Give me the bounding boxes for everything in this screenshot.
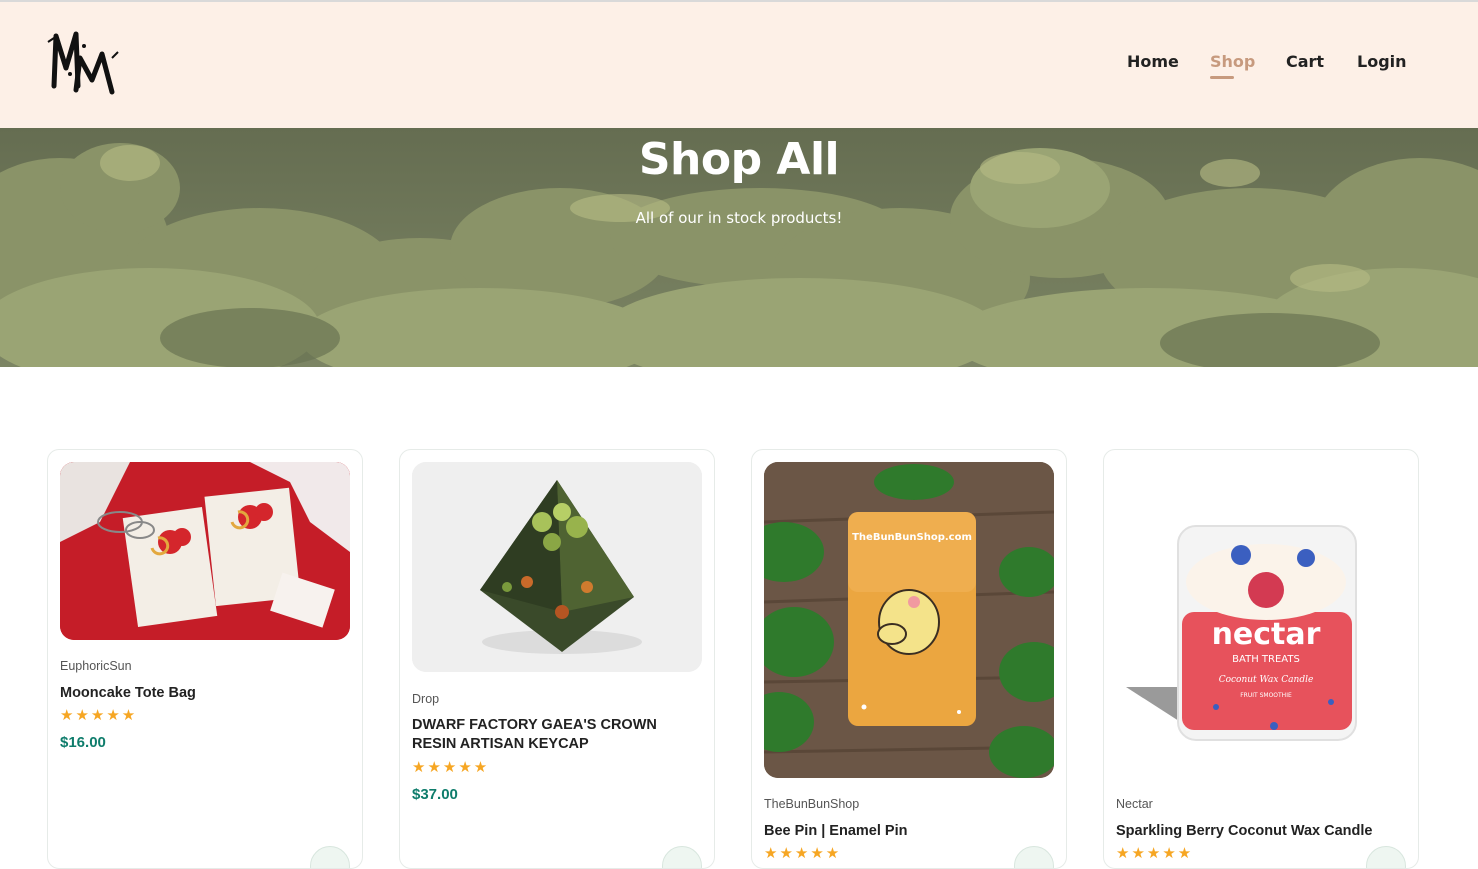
nav-home[interactable]: Home	[1127, 52, 1179, 82]
product-card[interactable]: EuphoricSun Mooncake Tote Bag ★★★★★ $16.…	[47, 449, 363, 869]
product-brand: Nectar	[1116, 797, 1153, 811]
page-title: Shop All	[638, 134, 840, 185]
product-brand: EuphoricSun	[60, 659, 132, 673]
logo-icon[interactable]	[46, 28, 122, 100]
product-image[interactable]: nectar BATH TREATS Coconut Wax Candle FR…	[1116, 462, 1406, 778]
card-logo-text: nectar	[1212, 617, 1321, 652]
product-name[interactable]: DWARF FACTORY GAEA'S CROWN RESIN ARTISAN…	[412, 716, 704, 754]
nav-login[interactable]: Login	[1357, 52, 1407, 82]
card-line2-text: Coconut Wax Candle	[1219, 675, 1314, 685]
product-brand: Drop	[412, 692, 440, 706]
star-rating-icon: ★★★★★	[764, 844, 842, 862]
star-rating-icon: ★★★★★	[412, 758, 490, 776]
hero-banner: Shop All All of our in stock products!	[0, 128, 1478, 367]
add-to-cart-button[interactable]	[662, 846, 702, 868]
nav-cart[interactable]: Cart	[1286, 52, 1324, 82]
card-line3-text: FRUIT SMOOTHIE	[1240, 692, 1292, 699]
product-card[interactable]: TheBunBunShop.com TheBunBunShop Bee Pin …	[751, 449, 1067, 869]
product-card[interactable]: Drop DWARF FACTORY GAEA'S CROWN RESIN AR…	[399, 449, 715, 869]
star-rating-icon: ★★★★★	[1116, 844, 1194, 862]
product-name[interactable]: Bee Pin | Enamel Pin	[764, 822, 1056, 841]
page-subtitle: All of our in stock products!	[635, 209, 843, 227]
nav-active-indicator	[1210, 76, 1234, 79]
card-line1-text: BATH TREATS	[1232, 654, 1300, 665]
add-to-cart-button[interactable]	[1366, 846, 1406, 868]
product-card[interactable]: nectar BATH TREATS Coconut Wax Candle FR…	[1103, 449, 1419, 869]
product-price: $16.00	[60, 734, 106, 751]
product-name[interactable]: Sparkling Berry Coconut Wax Candle	[1116, 822, 1408, 841]
product-brand: TheBunBunShop	[764, 797, 860, 811]
star-rating-icon: ★★★★★	[60, 706, 138, 724]
card-brand-text: TheBunBunShop.com	[852, 532, 972, 543]
product-image[interactable]	[412, 462, 702, 672]
product-image[interactable]: TheBunBunShop.com	[764, 462, 1054, 778]
product-image[interactable]	[60, 462, 350, 640]
add-to-cart-button[interactable]	[1014, 846, 1054, 868]
site-header	[0, 2, 1478, 128]
product-price: $37.00	[412, 786, 458, 803]
product-name[interactable]: Mooncake Tote Bag	[60, 684, 352, 703]
add-to-cart-button[interactable]	[310, 846, 350, 868]
